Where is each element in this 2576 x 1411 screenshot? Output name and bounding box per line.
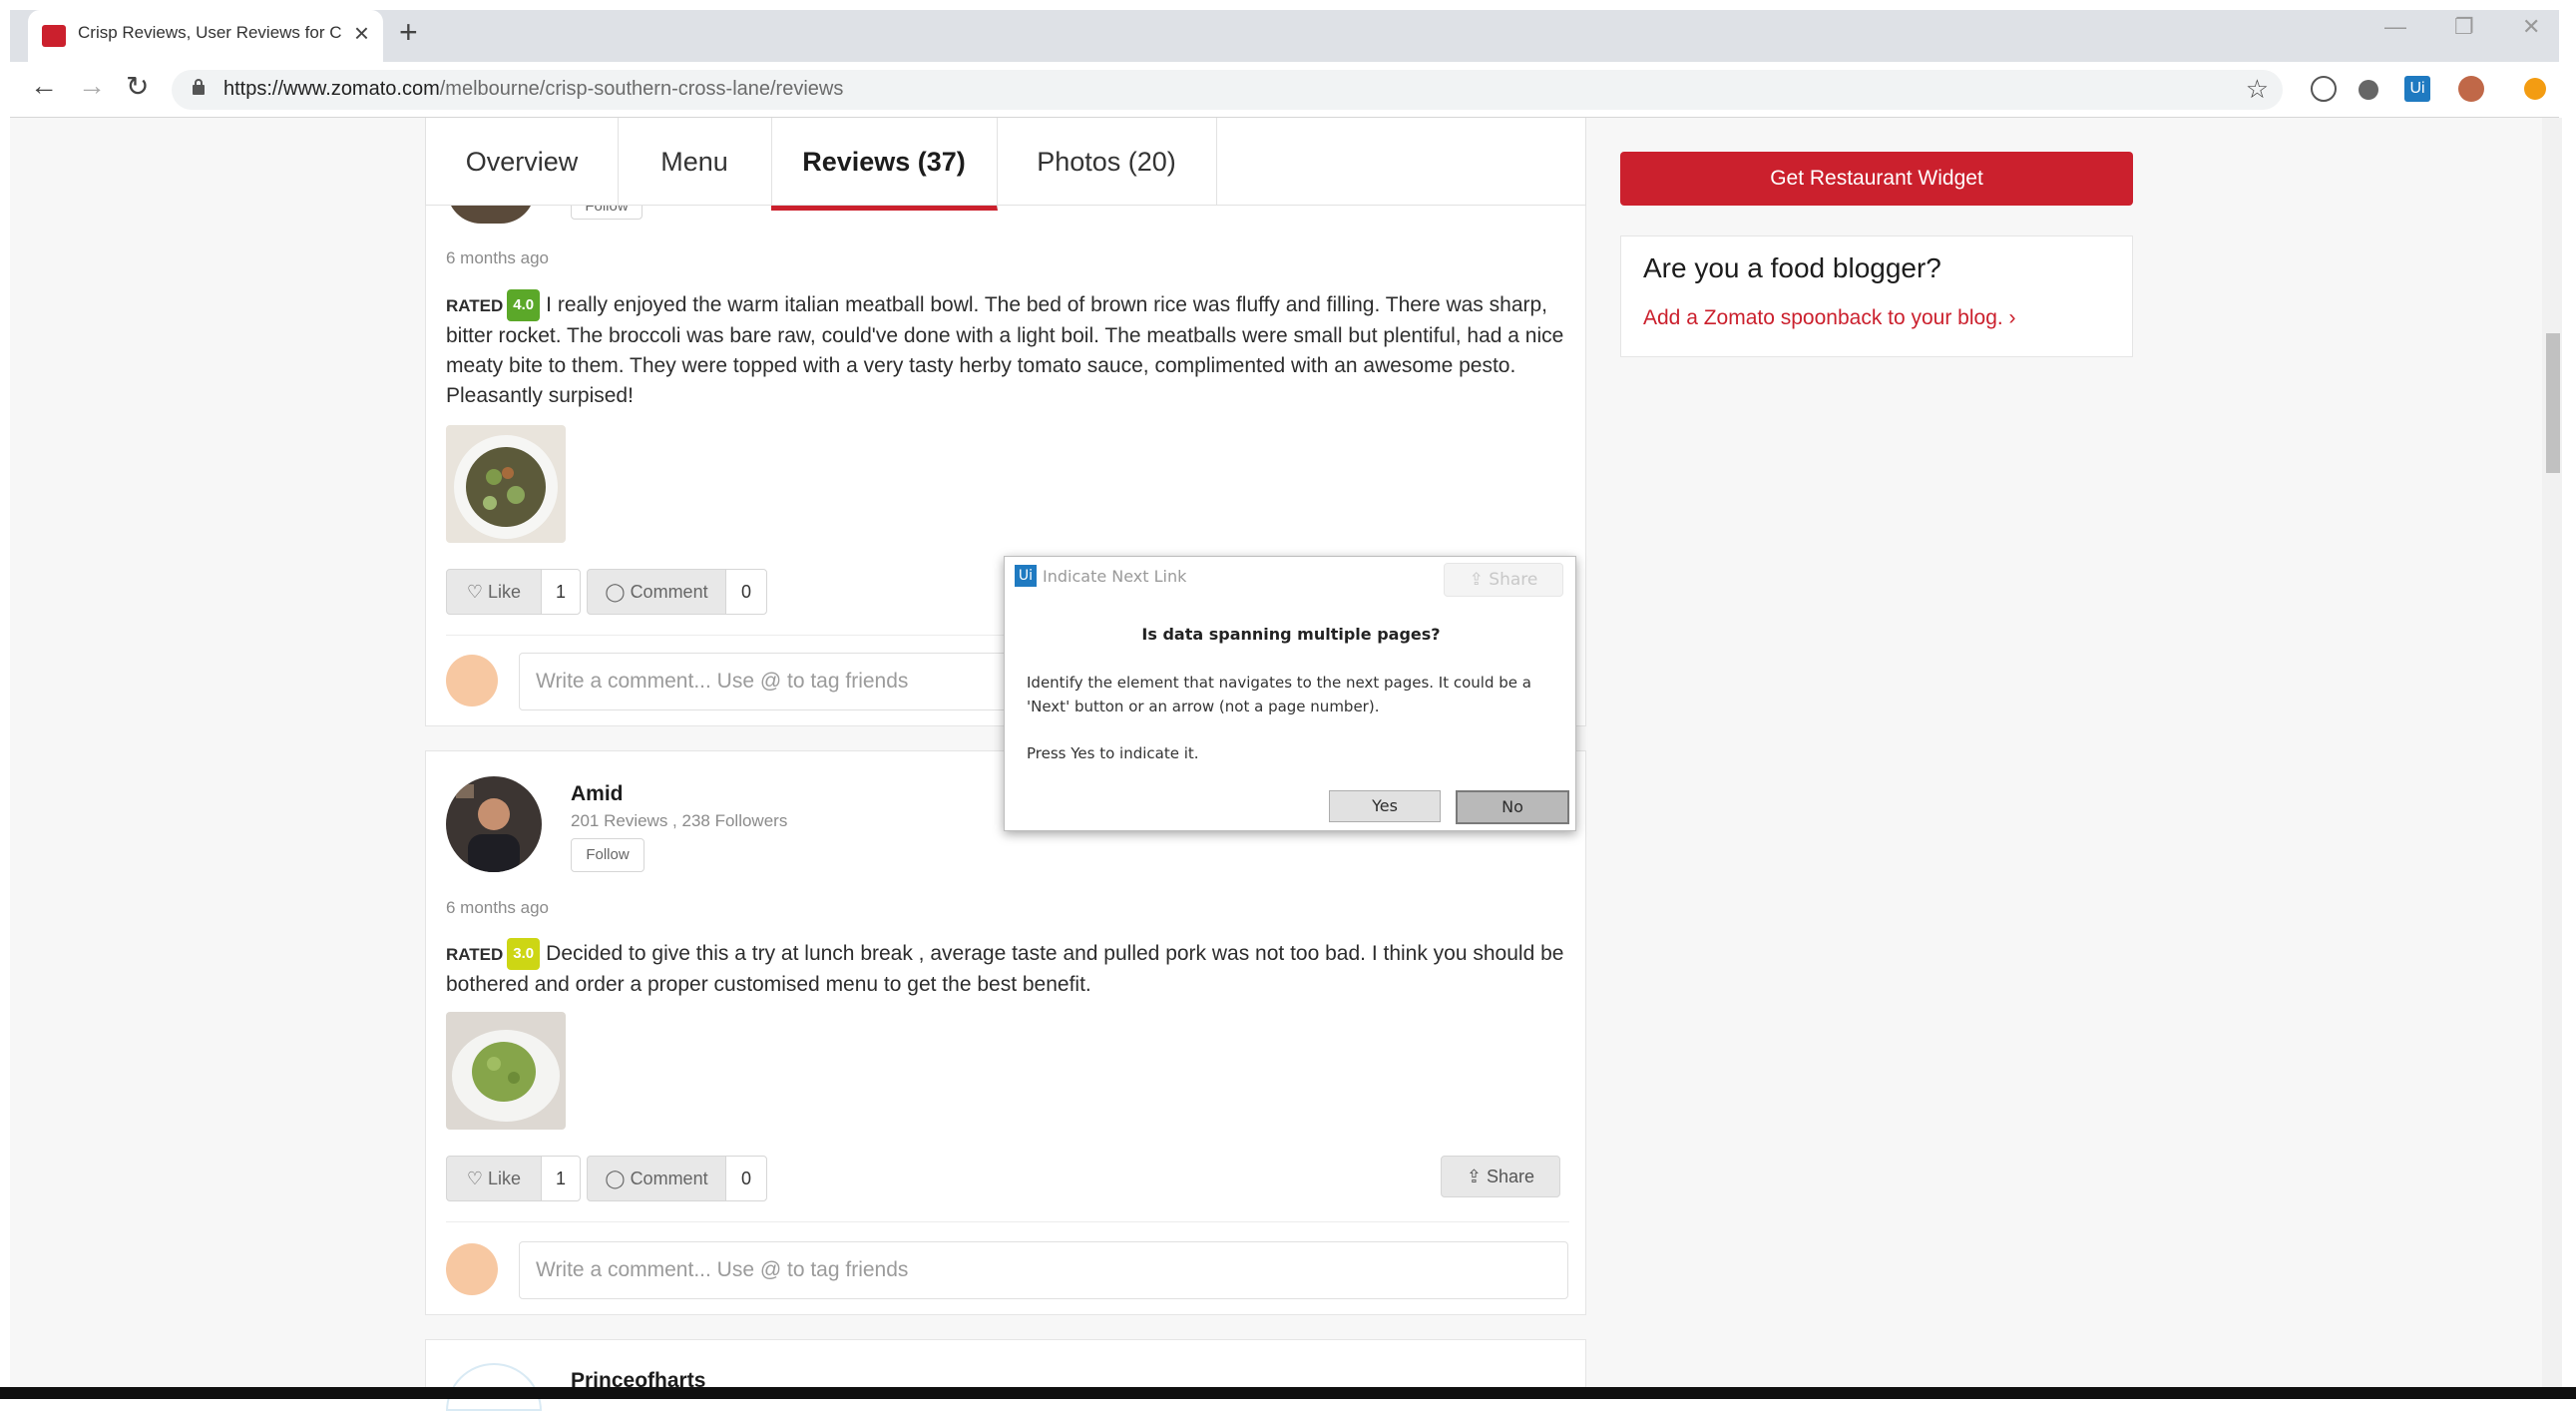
comment-button[interactable]: ◯ Comment	[587, 569, 726, 615]
zomato-favicon-icon	[42, 25, 66, 47]
like-count: 1	[541, 569, 581, 615]
follow-button[interactable]: Follow	[571, 838, 644, 872]
reviewer-name[interactable]: Amid	[571, 782, 624, 806]
uipath-logo-icon: Ui	[1015, 565, 1037, 587]
comment-button[interactable]: ◯ Comment	[587, 1156, 726, 1201]
tab-photos[interactable]: Photos (20)	[997, 118, 1217, 206]
rated-label: RATED	[446, 945, 504, 964]
indicate-next-link-dialog: Ui Indicate Next Link ⇪ Share Is data sp…	[1004, 556, 1576, 831]
bookmark-star-icon[interactable]: ☆	[2246, 74, 2269, 105]
share-icon: ⇪	[1469, 570, 1490, 590]
like-button[interactable]: ♡ Like	[446, 569, 542, 615]
heart-icon: ♡	[466, 582, 489, 602]
tab-title: Crisp Reviews, User Reviews for C	[78, 23, 342, 42]
tab-overview[interactable]: Overview	[426, 118, 619, 206]
reload-icon[interactable]: ↻	[126, 70, 149, 103]
forward-icon[interactable]: →	[78, 70, 106, 102]
extension-icon[interactable]	[2311, 76, 2337, 102]
share-button-disabled: ⇪ Share	[1444, 563, 1563, 597]
share-button[interactable]: ⇪ Share	[1441, 1156, 1560, 1197]
dialog-question: Is data spanning multiple pages?	[1141, 625, 1441, 644]
reviewer-stats: 201 Reviews , 238 Followers	[571, 811, 788, 830]
back-icon[interactable]: ←	[30, 70, 58, 102]
current-user-avatar	[446, 1243, 498, 1295]
tab-reviews[interactable]: Reviews (37)	[771, 118, 998, 211]
tab-strip	[10, 10, 2559, 62]
uipath-extension-icon[interactable]: Ui	[2404, 76, 2430, 102]
comment-icon: ◯	[605, 582, 631, 602]
review-photo[interactable]	[446, 425, 566, 543]
close-tab-icon[interactable]: ×	[354, 18, 369, 49]
dialog-body: Identify the element that navigates to t…	[1027, 674, 1531, 715]
profile-avatar[interactable]	[2458, 76, 2484, 102]
address-bar[interactable]: https://www.zomato.com/melbourne/crisp-s…	[172, 70, 2283, 110]
restore-icon[interactable]: ❐	[2454, 14, 2474, 40]
comment-count: 0	[725, 1156, 767, 1201]
review-text-block: RATED 4.0 I really enjoyed the warm italia…	[446, 289, 1571, 411]
review-time: 6 months ago	[446, 248, 550, 267]
browser-tab[interactable]: Crisp Reviews, User Reviews for C ×	[28, 10, 383, 62]
rating-badge: 4.0	[507, 289, 541, 321]
scrollbar-thumb[interactable]	[2546, 333, 2560, 473]
rating-badge: 3.0	[507, 938, 541, 970]
get-widget-button[interactable]: Get Restaurant Widget	[1620, 152, 2133, 206]
review-photo[interactable]	[446, 1012, 566, 1130]
blogger-card: Are you a food blogger? Add a Zomato spo…	[1620, 235, 2133, 357]
like-count: 1	[541, 1156, 581, 1201]
dialog-hint: Press Yes to indicate it.	[1027, 744, 1199, 762]
blogger-link[interactable]: Add a Zomato spoonback to your blog. ›	[1643, 306, 2016, 330]
divider	[446, 1221, 1569, 1222]
notification-icon[interactable]	[2524, 78, 2546, 100]
current-user-avatar	[446, 655, 498, 706]
heart-icon: ♡	[466, 1169, 489, 1188]
extension-icon[interactable]	[2359, 80, 2378, 100]
share-icon: ⇪	[1466, 1167, 1488, 1186]
yes-button[interactable]: Yes	[1329, 790, 1441, 822]
review-text: Decided to give this a try at lunch brea…	[446, 942, 1564, 996]
rated-label: RATED	[446, 296, 504, 315]
scrollbar-track[interactable]	[2542, 118, 2562, 1387]
like-button[interactable]: ♡ Like	[446, 1156, 542, 1201]
comment-count: 0	[725, 569, 767, 615]
new-tab-icon[interactable]: +	[399, 14, 418, 51]
review-time: 6 months ago	[446, 898, 550, 917]
dialog-title: Indicate Next Link	[1043, 567, 1187, 586]
review-card	[425, 750, 1586, 1315]
no-button[interactable]: No	[1456, 790, 1569, 824]
restaurant-nav-tabs: Overview Menu Reviews (37) Photos (20)	[425, 118, 1586, 211]
tab-menu[interactable]: Menu	[618, 118, 772, 206]
comment-icon: ◯	[605, 1169, 631, 1188]
reviewer-avatar[interactable]	[446, 776, 542, 872]
review-text-block: RATED 3.0 Decided to give this a try at lu…	[446, 938, 1571, 1000]
minimize-icon[interactable]: —	[2384, 14, 2406, 40]
url-text: https://www.zomato.com/melbourne/crisp-s…	[223, 78, 844, 100]
comment-input[interactable]: Write a comment... Use @ to tag friends	[519, 1241, 1568, 1299]
blogger-title: Are you a food blogger?	[1643, 252, 1941, 283]
taskbar-strip	[0, 1387, 2576, 1399]
close-window-icon[interactable]: ✕	[2522, 14, 2540, 40]
review-text: I really enjoyed the warm italian meatba…	[446, 293, 1564, 407]
lock-icon	[193, 79, 205, 95]
